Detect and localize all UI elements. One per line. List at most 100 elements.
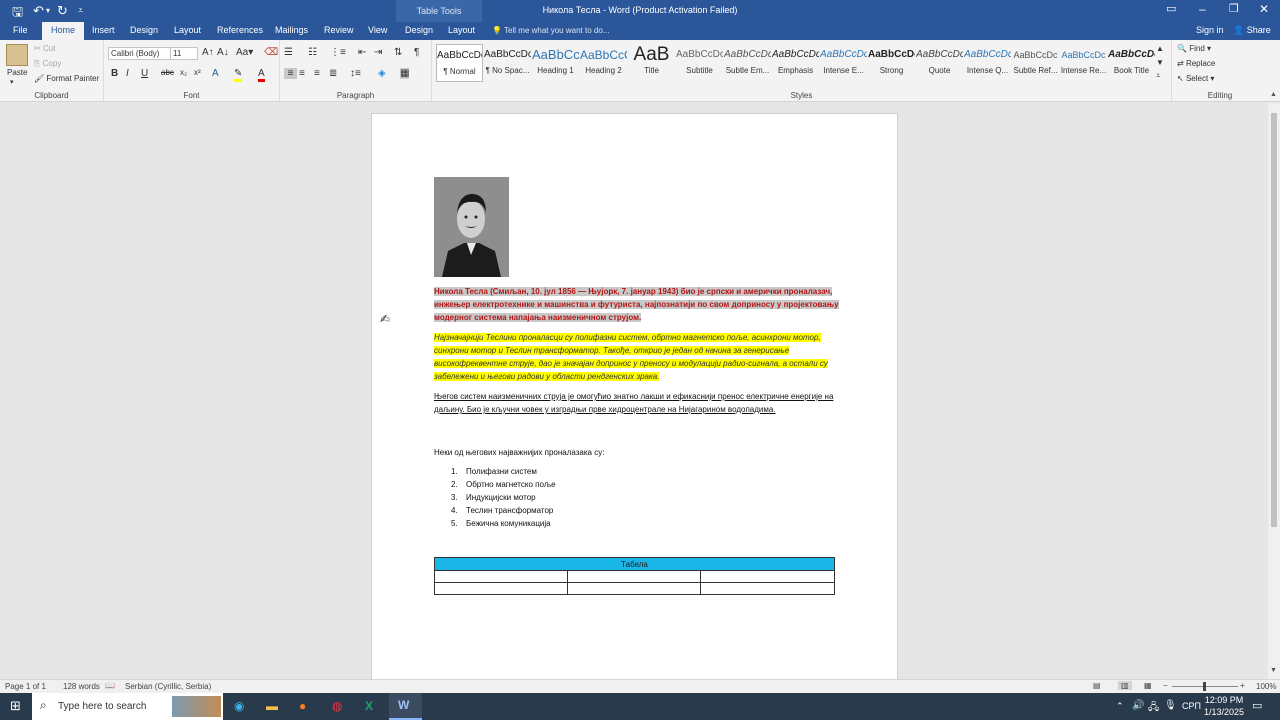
undo-dropdown-icon[interactable]: ▾ [46,6,50,15]
chrome-icon[interactable]: ◍ [332,699,342,713]
clock-time[interactable]: 12:09 PM [1204,695,1244,705]
bullets-icon[interactable]: ☰ [284,47,293,58]
align-right-icon[interactable]: ≡ [314,68,320,79]
zoom-in-icon[interactable]: + [1240,681,1245,690]
customize-qat-icon[interactable]: ⩡ [78,5,83,16]
styles-scroll-up-icon[interactable]: ▲ [1156,44,1164,53]
show-formatting-icon[interactable]: ¶ [414,47,419,58]
format-painter-button[interactable]: 🖌 Format Painter [34,74,99,83]
paragraph-list-intro[interactable]: Неки од његових најважнијих проналазака … [434,446,839,459]
text-effects-icon[interactable]: A [212,68,219,79]
page-count[interactable]: Page 1 of 1 [5,682,46,691]
increase-indent-icon[interactable]: ⇥ [374,47,382,58]
file-explorer-icon[interactable]: ▬ [266,699,278,713]
redo-icon[interactable]: ↻ [57,3,68,19]
borders-icon[interactable]: ▦ [400,68,410,79]
select-button[interactable]: ↖ Select ▾ [1177,74,1214,83]
line-spacing-icon[interactable]: ↕≡ [350,68,361,79]
taskbar-search-box[interactable]: ⌕ Type here to search [32,693,223,720]
table-cell[interactable] [433,582,569,595]
styles-more-icon[interactable]: ⩡ [1156,71,1161,81]
undo-icon[interactable]: ↶ [33,3,44,19]
document-table[interactable]: Табела [433,557,835,595]
list-item[interactable]: Теслин трансформатор [466,506,553,515]
list-item[interactable]: Полифазни систем [466,467,537,476]
strikethrough-icon[interactable]: abc [161,68,174,77]
multilevel-list-icon[interactable]: ⋮≡ [330,47,346,58]
align-center-icon[interactable]: ≡ [299,68,305,79]
print-layout-icon[interactable]: ▥ [1118,681,1132,690]
table-cell[interactable] [700,582,835,595]
superscript-icon[interactable]: x² [194,68,201,77]
style-book-title[interactable]: AaBbCcDc Book Title [1108,44,1155,82]
volume-icon[interactable]: 🔊 [1132,700,1144,711]
paste-dropdown-icon[interactable]: ▾ [10,78,14,86]
table-cell[interactable] [700,570,835,583]
list-item[interactable]: Бежична комуникација [466,519,551,528]
highlight-icon[interactable]: ✎ [234,68,243,82]
style-heading-2[interactable]: AaBbCcC Heading 2 [580,44,627,82]
list-item[interactable]: Обртно магнетско поље [466,480,556,489]
replace-button[interactable]: ⇄ Replace [1177,59,1215,68]
tab-file[interactable]: File [13,25,28,35]
style-quote[interactable]: AaBbCcDc Quote [916,44,963,82]
paragraph-intro[interactable]: Никола Тесла (Смиљан, 10. јул 1856 — Њуј… [434,285,839,324]
scroll-down-icon[interactable]: ▼ [1270,667,1277,674]
sort-icon[interactable]: ⇅ [394,47,402,58]
tab-design[interactable]: Design [130,25,158,35]
minimize-icon[interactable]: – [1199,2,1206,16]
justify-icon[interactable]: ≣ [329,68,337,79]
zoom-out-icon[interactable]: − [1163,681,1168,690]
style-subtitle[interactable]: AaBbCcDc Subtitle [676,44,723,82]
italic-icon[interactable]: I [126,68,129,79]
windows-start-icon[interactable]: ⊞ [10,698,21,714]
network-icon[interactable]: 🖧 [1148,700,1159,717]
style-title[interactable]: AaB Title [628,44,675,82]
paste-icon[interactable] [6,44,28,66]
align-left-icon[interactable]: ≡ [284,68,297,79]
find-button[interactable]: 🔍 Find ▾ [1177,44,1211,53]
close-icon[interactable]: ✕ [1259,2,1269,16]
underline-icon[interactable]: U [141,68,148,79]
table-header-cell[interactable]: Табела [434,557,835,571]
copy-button[interactable]: ⎘ Copy [34,59,61,69]
edge-icon[interactable]: ◉ [234,699,244,713]
tell-me-box[interactable]: 💡 Tell me what you want to do... [492,26,609,35]
word-taskbar-button[interactable]: W [389,693,422,720]
read-mode-icon[interactable]: ▤ [1093,681,1101,690]
restore-icon[interactable]: ❐ [1229,2,1239,15]
font-color-icon[interactable]: A [258,68,265,82]
style-strong[interactable]: AaBbCcDc Strong [868,44,915,82]
style-heading-1[interactable]: AaBbCc Heading 1 [532,44,579,82]
tab-references[interactable]: References [217,25,263,35]
vertical-scrollbar[interactable]: ▲ ▼ [1268,91,1280,679]
tab-table-layout[interactable]: Layout [448,25,475,35]
tab-insert[interactable]: Insert [92,25,115,35]
sign-in-link[interactable]: Sign in [1196,25,1224,35]
language-indicator[interactable]: Serbian (Cyrillic, Serbia) [125,682,211,691]
scrollbar-thumb[interactable] [1271,113,1277,527]
tesla-portrait-image[interactable] [434,177,509,277]
word-count[interactable]: 128 words [63,682,100,691]
style-intense-e[interactable]: AaBbCcDc Intense E... [820,44,867,82]
table-cell[interactable] [567,570,702,583]
style-intense-q[interactable]: AaBbCcDc Intense Q... [964,44,1011,82]
paragraph-inventions[interactable]: Најзначајнији Теслини проналасци су поли… [432,331,836,383]
paste-button[interactable]: Paste [7,68,27,77]
proofing-icon[interactable]: 📖 [105,681,115,690]
table-cell[interactable] [433,570,569,583]
tab-home[interactable]: Home [42,22,85,40]
paragraph-ac-system[interactable]: Његов систем наизменичних струја је омог… [434,390,839,416]
table-cell[interactable] [567,582,702,595]
tab-table-design[interactable]: Design [405,25,433,35]
shrink-font-icon[interactable]: A↓ [217,47,229,58]
web-layout-icon[interactable]: ▦ [1144,681,1152,690]
tab-layout[interactable]: Layout [174,25,201,35]
list-item[interactable]: Индукцијски мотор [466,493,536,502]
document-area[interactable]: Никола Тесла (Смиљан, 10. јул 1856 — Њуј… [0,103,1268,679]
keyboard-language[interactable]: СРП [1182,701,1201,711]
grow-font-icon[interactable]: A↑ [202,47,214,58]
clock-date[interactable]: 1/13/2025 [1204,707,1244,717]
numbering-icon[interactable]: ☷ [308,47,317,58]
show-hidden-icons-icon[interactable]: ⌃ [1116,701,1124,712]
